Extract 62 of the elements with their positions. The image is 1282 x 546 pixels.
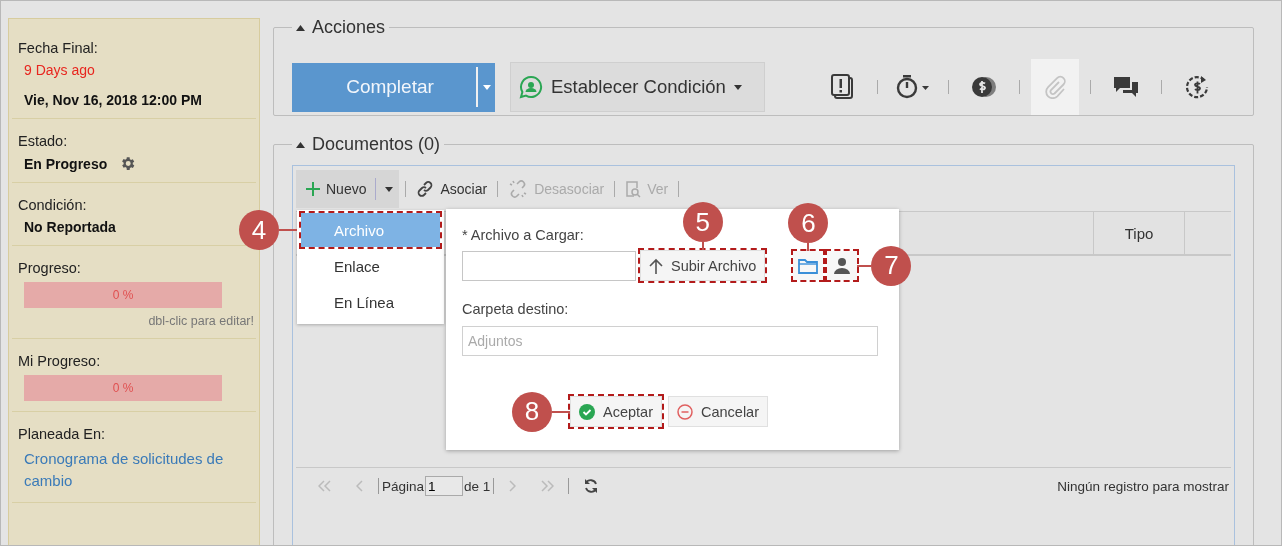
edit-hint: dbl-clic para editar! [148,314,254,328]
plus-icon [306,182,320,196]
field-label: * Archivo a Cargar: [462,227,584,243]
broken-link-icon [508,179,529,199]
upload-arrow-icon [649,257,663,274]
stopwatch-icon [895,74,931,100]
field-label: Mi Progreso: [18,353,101,369]
upload-button[interactable]: Subir Archivo [640,250,766,281]
menu-item[interactable]: En Línea [301,285,440,319]
document-search-icon [625,180,642,198]
section-toggle[interactable]: Acciones [292,17,390,38]
alert-notes-icon [830,74,854,100]
minus-circle-icon [677,403,693,420]
speech-user-icon [519,75,543,99]
user-icon [833,256,852,275]
page-input[interactable]: 1 [425,476,464,496]
toolbar-button[interactable]: Asociar [412,170,492,208]
relative-date: 9 Days ago [23,62,95,78]
step-marker: 8 [512,391,552,432]
leader-line [857,264,872,267]
field-label: Progreso: [18,260,81,276]
menu-item[interactable]: Enlace [301,249,440,283]
folder-field[interactable]: Adjuntos [462,326,878,356]
new-button[interactable]: Nuevo [296,170,400,208]
leader-line [552,410,570,413]
caret-icon [733,84,742,90]
coin-icon [971,75,997,99]
file-field[interactable] [462,250,636,281]
leader-line [279,229,297,231]
page-count: de 1 [463,478,492,494]
field-label: Planeada En: [18,426,106,442]
condition-value: No Reportada [23,219,116,235]
money-refresh-icon [1184,74,1210,100]
step-marker: 6 [788,203,829,243]
folder-button[interactable] [793,251,824,280]
chat-icon [1112,75,1140,99]
step-marker: 7 [871,245,912,286]
field-label: Fecha Final: [18,40,98,56]
folder-icon [798,257,819,274]
cancel-button[interactable]: Cancelar [668,396,768,427]
column-header[interactable]: Tipo [1093,212,1184,254]
caret-icon [385,186,394,192]
section-toggle[interactable]: Documentos (0) [292,134,445,155]
step-marker: 4 [239,210,279,250]
link-icon [416,180,435,198]
records-status: Ningún registro para mostrar [1057,478,1229,494]
field-label: Carpeta destino: [462,301,569,317]
paperclip-icon [1043,75,1067,99]
refresh-icon[interactable] [583,478,600,494]
status-value: En Progreso [23,155,108,172]
user-button[interactable] [827,251,858,280]
plan-link[interactable]: Cronograma de solicitudes de cambio [18,448,250,492]
date-value: Vie, Nov 16, 2018 12:00 PM [23,92,202,108]
set-condition-button[interactable]: Establecer Condición [510,62,765,112]
check-icon [579,403,595,420]
caret-icon [483,84,491,90]
accept-button[interactable]: Aceptar [570,396,662,427]
field-label: Condición: [18,197,87,213]
field-label: Estado: [18,133,68,149]
page-label: Página [381,478,426,494]
settings-icon[interactable] [119,155,137,172]
step-marker: 5 [682,202,723,242]
